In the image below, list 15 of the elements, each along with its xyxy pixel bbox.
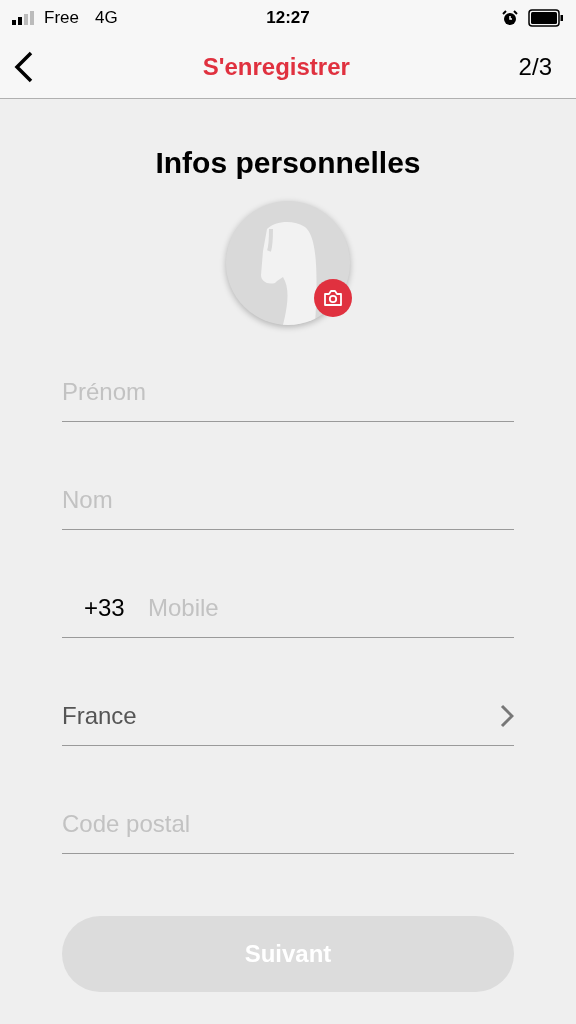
network-type: 4G [94,8,118,28]
chevron-icon [500,704,514,728]
carrier-name: Free [44,8,79,28]
back-icon [12,50,34,84]
alarm-clock-icon [502,10,518,26]
country-code: +33 [83,594,126,622]
step-counter: 2/3 [518,53,552,81]
battery-icon [528,9,564,27]
camera-icon [323,290,343,306]
avatar[interactable] [226,201,350,325]
section-heading: Infos personnelles [154,145,422,181]
status-time: 12:27 [266,8,310,28]
country-select[interactable]: France [62,696,514,736]
screen-title: S'enregistrer [202,53,350,81]
back-button[interactable] [12,50,34,84]
